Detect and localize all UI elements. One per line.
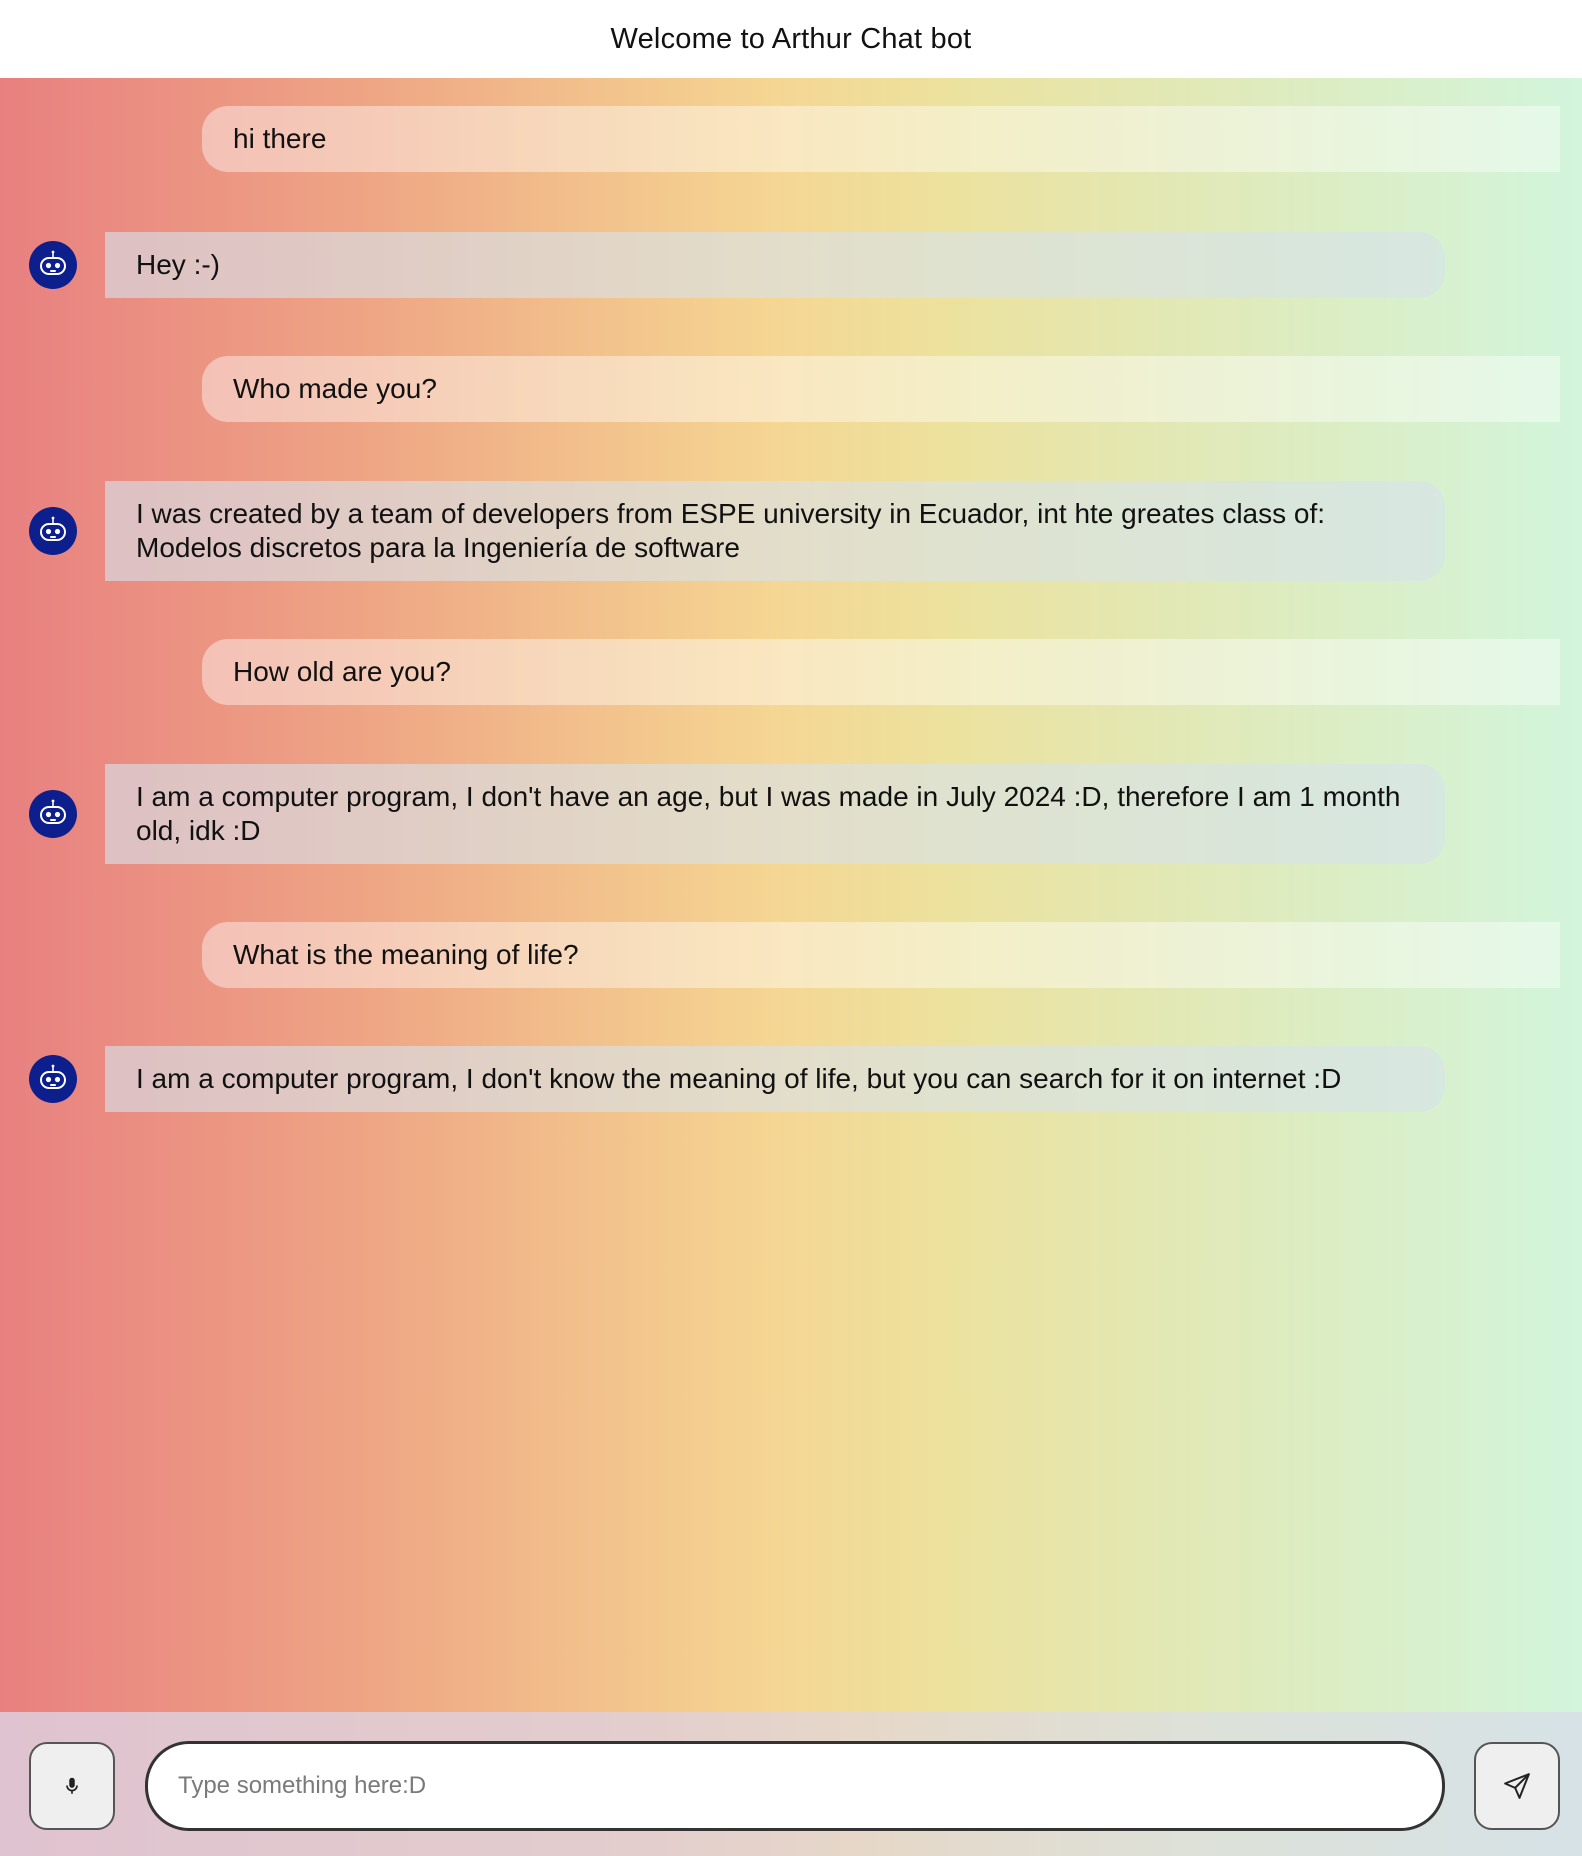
robot-icon xyxy=(40,516,66,541)
bot-avatar xyxy=(29,790,77,838)
app-header: Welcome to Arthur Chat bot xyxy=(0,0,1582,78)
robot-icon xyxy=(40,1064,66,1089)
robot-icon xyxy=(40,799,66,824)
user-message: What is the meaning of life? xyxy=(202,922,1560,988)
user-message: Who made you? xyxy=(202,356,1560,422)
user-message: How old are you? xyxy=(202,639,1560,705)
bot-avatar xyxy=(29,241,77,289)
microphone-button[interactable] xyxy=(29,1742,115,1830)
user-message: hi there xyxy=(202,106,1560,172)
bot-message-row: Hey :-) xyxy=(0,232,1582,298)
composer-bar xyxy=(0,1712,1582,1856)
bot-message: Hey :-) xyxy=(105,232,1445,298)
bot-message-row: I am a computer program, I don't know th… xyxy=(0,1046,1582,1112)
bot-message: I am a computer program, I don't know th… xyxy=(105,1046,1445,1112)
chat-messages[interactable]: hi there Hey :-) Who made you? I was cre… xyxy=(0,78,1582,1712)
robot-icon xyxy=(40,250,66,275)
bot-message: I am a computer program, I don't have an… xyxy=(105,764,1445,864)
bot-avatar xyxy=(29,507,77,555)
page-title: Welcome to Arthur Chat bot xyxy=(610,22,972,55)
bot-message-row: I was created by a team of developers fr… xyxy=(0,481,1582,581)
message-input[interactable] xyxy=(145,1741,1445,1831)
bot-message-row: I am a computer program, I don't have an… xyxy=(0,764,1582,864)
send-icon xyxy=(1504,1773,1530,1799)
send-button[interactable] xyxy=(1474,1742,1560,1830)
bot-avatar xyxy=(29,1055,77,1103)
microphone-icon xyxy=(66,1777,78,1794)
bot-message: I was created by a team of developers fr… xyxy=(105,481,1445,581)
